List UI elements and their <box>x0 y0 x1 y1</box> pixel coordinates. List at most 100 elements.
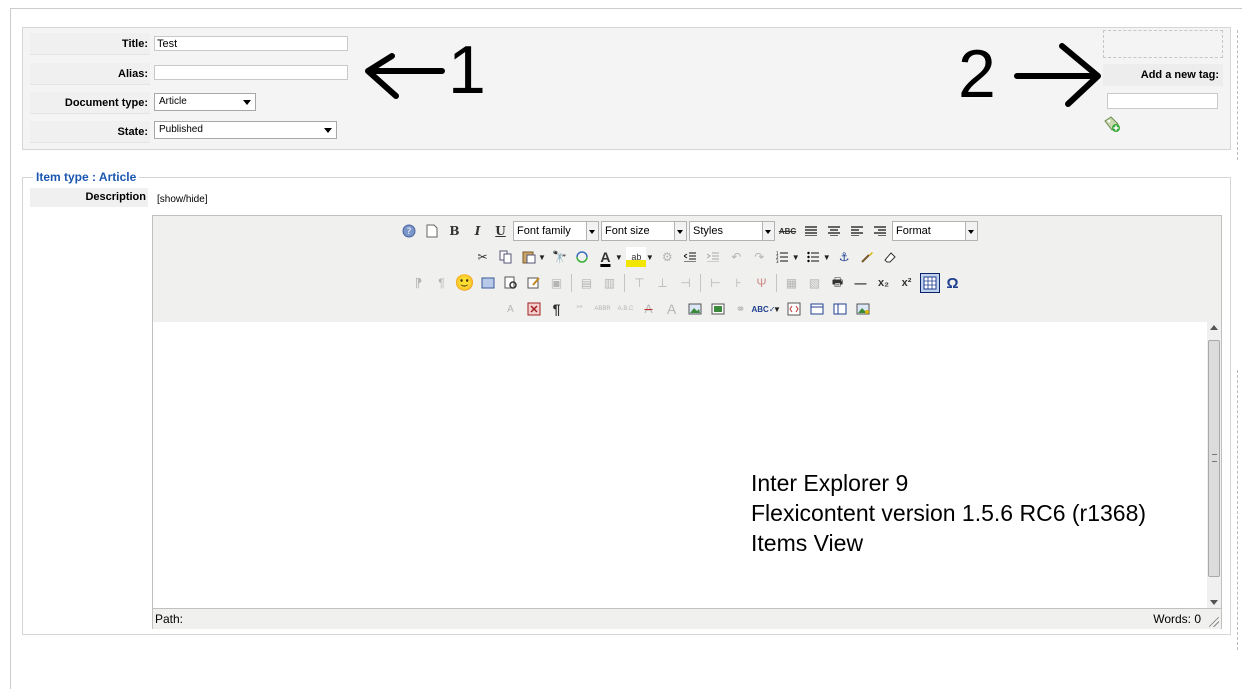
edit-attributes-icon[interactable] <box>524 273 544 293</box>
help-icon[interactable]: ? <box>399 221 419 241</box>
insertion-icon[interactable]: A <box>662 299 682 319</box>
highlight-color-icon[interactable]: ab <box>626 247 647 267</box>
cut-icon[interactable]: ✂ <box>473 247 493 267</box>
subscript-icon[interactable]: x₂ <box>874 273 894 293</box>
underline-icon[interactable]: U <box>491 221 511 241</box>
toolbar-separator <box>624 274 625 292</box>
replace-icon[interactable] <box>572 247 592 267</box>
eraser-icon[interactable] <box>880 247 900 267</box>
pilcrow-icon[interactable]: ¶ <box>547 299 567 319</box>
row-props-icon[interactable]: ▤ <box>577 273 597 293</box>
media-icon[interactable] <box>478 273 498 293</box>
abbreviation-icon[interactable]: ABBR <box>593 299 613 319</box>
deletion-icon[interactable]: A <box>639 299 659 319</box>
add-tag-icon[interactable] <box>1103 115 1121 133</box>
spellcheck-icon[interactable]: ABC✓ <box>751 299 775 319</box>
align-justify-icon[interactable] <box>801 221 821 241</box>
insert-col-after-icon[interactable]: ⊦ <box>729 273 749 293</box>
numbered-list-dropdown-icon[interactable]: ▼ <box>792 253 800 262</box>
template-icon[interactable] <box>807 299 827 319</box>
resize-handle-icon[interactable] <box>1209 617 1219 627</box>
alias-input[interactable] <box>154 65 348 80</box>
delete-col-icon[interactable]: Ψ <box>752 273 772 293</box>
visual-aid-icon[interactable] <box>919 273 940 293</box>
copy-icon[interactable] <box>496 247 516 267</box>
document-type-select[interactable]: Article <box>154 93 256 111</box>
split-cells-icon[interactable]: ▦ <box>782 273 802 293</box>
insert-col-before-icon[interactable]: ⊢ <box>706 273 726 293</box>
title-input[interactable]: Test <box>154 36 348 51</box>
insert-row-before-icon[interactable]: ⊤ <box>630 273 650 293</box>
chevron-down-icon <box>324 128 332 133</box>
outdent-icon[interactable] <box>680 247 700 267</box>
editor-scrollbar[interactable] <box>1207 322 1221 608</box>
spellcheck-dropdown-icon[interactable]: ▼ <box>773 305 781 314</box>
new-document-icon[interactable] <box>422 221 442 241</box>
editor-content-area[interactable] <box>153 322 1207 608</box>
delete-row-icon[interactable]: ⊣ <box>676 273 696 293</box>
text-color-icon[interactable]: A <box>595 247 615 267</box>
description-label: Description <box>30 188 148 207</box>
cell-props-icon[interactable]: ▥ <box>600 273 620 293</box>
font-size-select[interactable]: Font size <box>601 221 687 241</box>
cleanup-icon[interactable] <box>857 247 877 267</box>
chevron-down-icon <box>965 222 977 240</box>
scroll-up-icon[interactable] <box>1210 325 1218 330</box>
insert-row-after-icon[interactable]: ⊥ <box>653 273 673 293</box>
unlink-icon[interactable]: ⚙ <box>657 247 677 267</box>
insert-image-icon[interactable] <box>685 299 705 319</box>
bullet-list-dropdown-icon[interactable]: ▼ <box>823 253 831 262</box>
toolbar-row-1: ? B I U Font family Font size Styles ABC… <box>397 219 979 243</box>
paste-dropdown-icon[interactable]: ▼ <box>538 253 546 262</box>
emoticons-icon[interactable]: 🙂 <box>455 273 475 293</box>
layout-icon[interactable] <box>830 299 850 319</box>
font-family-select[interactable]: Font family <box>513 221 599 241</box>
print-icon[interactable]: 🖶 <box>828 273 848 293</box>
scroll-down-icon[interactable] <box>1210 600 1218 605</box>
superscript-icon[interactable]: x² <box>897 273 917 293</box>
redo-icon[interactable]: ↷ <box>749 247 769 267</box>
align-center-icon[interactable] <box>824 221 844 241</box>
scroll-thumb[interactable] <box>1208 340 1220 577</box>
merge-cells-icon[interactable]: ▧ <box>805 273 825 293</box>
annotation-marker-1: 1 <box>448 32 486 108</box>
highlight-dropdown-icon[interactable]: ▼ <box>646 253 654 262</box>
show-hide-link[interactable]: [show/hide] <box>157 194 208 205</box>
styles-value: Styles <box>693 225 723 237</box>
horizontal-rule-icon[interactable]: — <box>851 273 871 293</box>
state-select[interactable]: Published <box>154 121 337 139</box>
ltr-icon[interactable]: ⁋ <box>409 273 429 293</box>
italic-icon[interactable]: I <box>468 221 488 241</box>
link-icon[interactable]: ⚭ <box>731 299 751 319</box>
insert-layer-icon[interactable]: ▣ <box>547 273 567 293</box>
text-color-dropdown-icon[interactable]: ▼ <box>615 253 623 262</box>
add-tag-input[interactable] <box>1107 93 1218 109</box>
style-props-icon[interactable]: A <box>501 299 521 319</box>
paste-icon[interactable] <box>519 247 539 267</box>
format-select[interactable]: Format <box>892 221 978 241</box>
undo-icon[interactable]: ↶ <box>726 247 746 267</box>
html-source-icon[interactable] <box>784 299 804 319</box>
toolbar-separator <box>700 274 701 292</box>
insert-time-icon[interactable] <box>524 299 544 319</box>
align-right-icon[interactable] <box>870 221 890 241</box>
annotation-line: Inter Explorer 9 <box>751 470 909 496</box>
special-char-icon[interactable]: Ω <box>943 273 963 293</box>
rtl-icon[interactable]: ¶ <box>432 273 452 293</box>
numbered-list-icon[interactable]: 123 <box>772 247 792 267</box>
acronym-icon[interactable]: A.B.C <box>616 299 636 319</box>
indent-icon[interactable] <box>703 247 723 267</box>
align-left-icon[interactable] <box>847 221 867 241</box>
preview-icon[interactable] <box>501 273 521 293</box>
find-icon[interactable]: 🔭 <box>549 247 569 267</box>
document-type-label: Document type: <box>30 92 150 114</box>
blockquote-icon[interactable]: “” <box>570 299 590 319</box>
gallery-icon[interactable] <box>853 299 873 319</box>
anchor-icon[interactable]: ⚓ <box>834 247 854 267</box>
bullet-list-icon[interactable] <box>803 247 823 267</box>
bold-icon[interactable]: B <box>445 221 465 241</box>
strikethrough-icon[interactable]: ABC <box>778 221 798 241</box>
right-dashed-border-lower <box>1237 370 1238 650</box>
image-manager-icon[interactable] <box>708 299 728 319</box>
styles-select[interactable]: Styles <box>689 221 775 241</box>
